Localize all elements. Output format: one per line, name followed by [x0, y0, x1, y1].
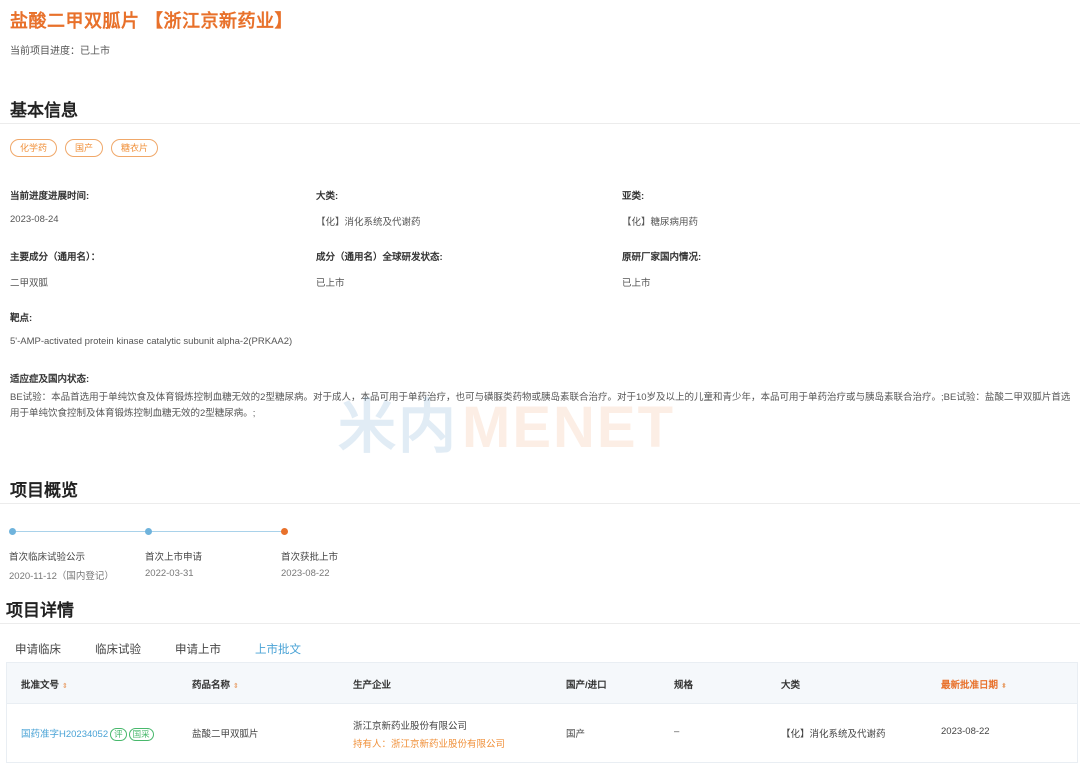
procurement-badge: 国采: [128, 728, 154, 741]
drug-name-cell: 盐酸二甲双胍片: [192, 729, 259, 740]
timeline-segment: [13, 531, 149, 532]
sort-icon[interactable]: ⇕: [62, 683, 68, 690]
table-row: 国药准字H20234052 评国采 盐酸二甲双胍片 浙江京新药业股份有限公司 持有…: [7, 704, 1077, 762]
milestone-dot-current: [281, 528, 288, 535]
column-header-approval-date[interactable]: 最新批准日期 ⬍: [941, 677, 1007, 691]
field-label: 大类:: [316, 191, 339, 202]
manufacturer-name: 浙江京新药业股份有限公司: [353, 721, 468, 732]
field-indication: 适应症及国内状态:: [10, 371, 89, 385]
overview-heading: 项目概览: [10, 481, 78, 500]
sort-desc-icon[interactable]: ⬍: [1001, 683, 1007, 690]
field-label: 成分（通用名）全球研发状态:: [316, 252, 443, 263]
milestone-dot: [9, 528, 16, 535]
basic-info-heading: 基本信息: [10, 101, 78, 120]
progress-value: 已上市: [80, 46, 110, 57]
approval-no-cell: 国药准字H20234052 评国采: [21, 726, 154, 741]
field-value: 【化】糖尿病用药: [622, 217, 699, 228]
milestone-label: 首次临床试验公示: [9, 552, 86, 563]
category-cell: 【化】消化系统及代谢药: [781, 729, 886, 740]
field-value: 2023-08-24: [10, 214, 59, 225]
field-label: 靶点:: [10, 313, 33, 324]
divider: [0, 503, 1080, 504]
timeline-segment: [149, 531, 285, 532]
column-label: 最新批准日期: [941, 680, 999, 691]
approval-date-cell: 2023-08-22: [941, 726, 990, 737]
project-progress: 当前项目进度：已上市: [10, 42, 110, 57]
milestone-label: 首次获批上市: [281, 552, 339, 563]
field-global-status: 成分（通用名）全球研发状态: 已上市: [316, 249, 443, 289]
tag-domestic[interactable]: 国产: [65, 139, 104, 157]
field-label: 当前进度进展时间:: [10, 191, 90, 202]
field-value: 【化】消化系统及代谢药: [316, 217, 421, 228]
tag-sugar-coated[interactable]: 糖衣片: [111, 139, 159, 157]
divider: [0, 123, 1080, 124]
holder-name: 持有人：浙江京新药业股份有限公司: [353, 739, 506, 750]
tag-chemical-drug[interactable]: 化学药: [10, 139, 58, 157]
indication-text: BE试验：本品首选用于单纯饮食及体育锻炼控制血糖无效的2型糖尿病。对于成人，本品…: [10, 392, 1071, 419]
column-header-origin: 国产/进口: [566, 680, 607, 691]
approval-no-link[interactable]: 国药准字H20234052: [21, 729, 108, 740]
table-header: 批准文号 ⇕ 药品名称 ⇕ 生产企业 国产/进口 规格 大类 最新批准日期 ⬍: [7, 663, 1077, 704]
sort-icon[interactable]: ⇕: [233, 683, 239, 690]
milestone-date: 2023-08-22: [281, 568, 330, 579]
field-label: 亚类:: [622, 191, 645, 202]
column-header-category: 大类: [781, 680, 801, 691]
field-label: 原研厂家国内情况:: [622, 252, 702, 263]
column-header-approval-no[interactable]: 批准文号 ⇕: [21, 677, 68, 691]
divider: [0, 623, 1080, 624]
origin-cell: 国产: [566, 729, 586, 740]
tag-list: 化学药 国产 糖衣片: [10, 139, 159, 157]
column-header-spec: 规格: [674, 680, 694, 691]
field-originator-status: 原研厂家国内情况: 已上市: [622, 249, 701, 289]
approval-table: 批准文号 ⇕ 药品名称 ⇕ 生产企业 国产/进口 规格 大类 最新批准日期 ⬍ 国药准…: [6, 662, 1078, 763]
column-header-drug-name[interactable]: 药品名称 ⇕: [192, 677, 239, 691]
evaluation-badge: 评: [110, 728, 127, 741]
progress-label: 当前项目进度：: [10, 46, 80, 57]
manufacturer-cell: 浙江京新药业股份有限公司 持有人：浙江京新药业股份有限公司: [353, 718, 505, 750]
field-subcategory: 亚类: 【化】糖尿病用药: [622, 188, 698, 228]
field-target: 靶点: 5'-AMP-activated protein kinase cata…: [10, 310, 292, 347]
page-title: 盐酸二甲双胍片 【浙江京新药业】: [10, 11, 293, 31]
milestone-dot: [145, 528, 152, 535]
details-heading: 项目详情: [6, 601, 74, 620]
field-value: 5'-AMP-activated protein kinase catalyti…: [10, 336, 293, 347]
field-value: 已上市: [316, 278, 345, 289]
spec-cell: –: [674, 726, 680, 737]
field-label: 主要成分（通用名）：: [10, 252, 101, 263]
field-label: 适应症及国内状态:: [10, 374, 90, 385]
column-label: 批准文号: [21, 680, 60, 691]
milestone-date: 2020-11-12（国内登记）: [9, 571, 114, 582]
field-value: 已上市: [622, 278, 651, 289]
column-header-manufacturer: 生产企业: [353, 680, 392, 691]
column-label: 药品名称: [192, 680, 231, 691]
field-progress-time: 当前进度进展时间: 2023-08-24: [10, 188, 89, 225]
field-category: 大类: 【化】消化系统及代谢药: [316, 188, 421, 228]
milestone-date: 2022-03-31: [145, 568, 194, 579]
field-main-ingredient: 主要成分（通用名）： 二甲双胍: [10, 249, 100, 289]
field-value: 二甲双胍: [10, 278, 49, 289]
milestone-label: 首次上市申请: [145, 552, 203, 563]
